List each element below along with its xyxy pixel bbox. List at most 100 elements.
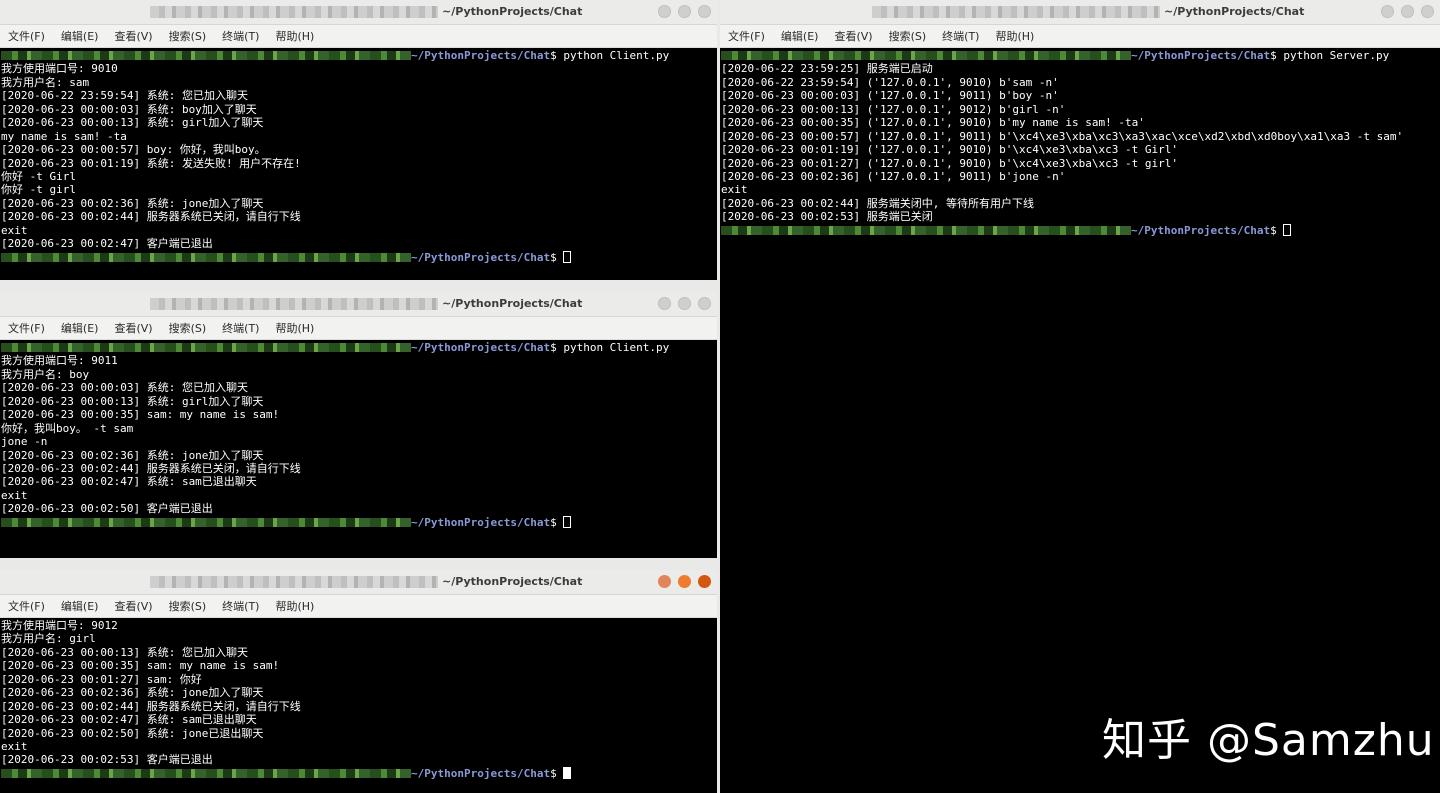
minimize-button[interactable]	[658, 297, 671, 310]
menu-help[interactable]: 帮助(H)	[275, 598, 314, 614]
output-line: [2020-06-23 00:02:53] 客户端已退出	[1, 753, 213, 767]
maximize-button[interactable]	[1401, 5, 1414, 18]
output-line: 我方使用端口号: 9010	[1, 62, 118, 76]
terminal-window-client-sam[interactable]: ~/PythonProjects/Chat 文件(F) 编辑(E) 查看(V) …	[0, 0, 717, 280]
menu-terminal[interactable]: 终端(T)	[222, 28, 259, 44]
redacted-host	[872, 6, 1160, 18]
title-bar[interactable]: ~/PythonProjects/Chat	[0, 0, 717, 25]
redacted-user-host	[721, 51, 1131, 60]
output-line: 你好 -t girl	[1, 183, 76, 197]
window-title: ~/PythonProjects/Chat	[442, 297, 583, 310]
menu-bar: 文件(F) 编辑(E) 查看(V) 搜索(S) 终端(T) 帮助(H)	[0, 595, 717, 618]
command-text: python Client.py	[563, 341, 670, 354]
output-line: [2020-06-23 00:02:47] 系统: sam已退出聊天	[1, 475, 257, 489]
close-button[interactable]	[698, 297, 711, 310]
output-line: [2020-06-23 00:00:35] sam: my name is sa…	[1, 659, 280, 673]
prompt-line: ~/PythonProjects/Chat$	[721, 223, 1439, 237]
redacted-user-host	[1, 768, 411, 778]
output-line: exit	[1, 488, 28, 502]
output-line: [2020-06-23 00:02:36] 系统: jone加入了聊天	[1, 686, 264, 700]
menu-terminal[interactable]: 终端(T)	[222, 320, 259, 336]
close-button[interactable]	[698, 575, 711, 588]
menu-bar: 文件(F) 编辑(E) 查看(V) 搜索(S) 终端(T) 帮助(H)	[0, 317, 717, 340]
output-line: [2020-06-23 00:02:50] 系统: jone已退出聊天	[1, 726, 264, 740]
prompt-line: ~/PythonProjects/Chat$	[1, 250, 716, 264]
terminal-window-client-boy[interactable]: ~/PythonProjects/Chat 文件(F) 编辑(E) 查看(V) …	[0, 292, 717, 558]
window-title: ~/PythonProjects/Chat	[442, 575, 583, 588]
minimize-button[interactable]	[658, 5, 671, 18]
menu-search[interactable]: 搜索(S)	[169, 598, 207, 614]
redacted-user-host	[1, 343, 411, 352]
output-line: [2020-06-23 00:01:19] 系统: 发送失败! 用户不存在!	[1, 156, 301, 170]
output-line: [2020-06-23 00:00:57] ('127.0.0.1', 9011…	[721, 129, 1404, 143]
output-line: my name is sam! -ta	[1, 129, 127, 143]
output-line: [2020-06-23 00:02:44] 服务端关闭中, 等待所有用户下线	[721, 196, 1034, 210]
menu-terminal[interactable]: 终端(T)	[222, 598, 259, 614]
output-line: [2020-06-23 00:02:44] 服务器系统已关闭，请自行下线	[1, 461, 301, 475]
prompt-line: ~/PythonProjects/Chat$	[1, 766, 716, 780]
menu-view[interactable]: 查看(V)	[834, 28, 872, 44]
title-bar[interactable]: ~/PythonProjects/Chat	[720, 0, 1440, 25]
window-title: ~/PythonProjects/Chat	[442, 5, 583, 18]
output-line: 我方用户名: boy	[1, 367, 90, 381]
title-bar[interactable]: ~/PythonProjects/Chat	[0, 570, 717, 595]
output-line: exit	[721, 183, 748, 197]
output-line: [2020-06-23 00:01:27] ('127.0.0.1', 9010…	[721, 156, 1178, 170]
output-line: [2020-06-23 00:00:35] ('127.0.0.1', 9010…	[721, 116, 1145, 130]
menu-file[interactable]: 文件(F)	[8, 320, 45, 336]
terminal-output[interactable]: 我方使用端口号: 9012 我方用户名: girl [2020-06-23 00…	[0, 618, 717, 793]
minimize-button[interactable]	[1381, 5, 1394, 18]
output-line: 我方使用端口号: 9011	[1, 354, 118, 368]
output-line: [2020-06-23 00:01:27] sam: 你好	[1, 672, 202, 686]
menu-search[interactable]: 搜索(S)	[169, 320, 207, 336]
menu-search[interactable]: 搜索(S)	[169, 28, 207, 44]
menu-help[interactable]: 帮助(H)	[995, 28, 1034, 44]
menu-file[interactable]: 文件(F)	[8, 28, 45, 44]
terminal-window-client-girl[interactable]: ~/PythonProjects/Chat 文件(F) 编辑(E) 查看(V) …	[0, 570, 717, 793]
output-line: [2020-06-22 23:59:54] 系统: 您已加入聊天	[1, 89, 248, 103]
terminal-output[interactable]: ~/PythonProjects/Chat$ python Server.py …	[720, 48, 1440, 793]
menu-help[interactable]: 帮助(H)	[275, 28, 314, 44]
menu-edit[interactable]: 编辑(E)	[781, 28, 819, 44]
output-line: [2020-06-23 00:00:03] ('127.0.0.1', 9011…	[721, 89, 1059, 103]
close-button[interactable]	[698, 5, 711, 18]
command-text: python Client.py	[563, 49, 670, 62]
menu-search[interactable]: 搜索(S)	[889, 28, 927, 44]
menu-bar: 文件(F) 编辑(E) 查看(V) 搜索(S) 终端(T) 帮助(H)	[720, 25, 1440, 48]
redacted-user-host	[1, 517, 411, 527]
maximize-button[interactable]	[678, 575, 691, 588]
output-line: 我方使用端口号: 9012	[1, 619, 118, 632]
redacted-host	[150, 298, 438, 310]
output-line: [2020-06-23 00:02:53] 服务端已关闭	[721, 210, 933, 224]
menu-edit[interactable]: 编辑(E)	[61, 28, 99, 44]
terminal-cursor	[563, 766, 572, 779]
title-bar[interactable]: ~/PythonProjects/Chat	[0, 292, 717, 317]
zhihu-watermark: 知乎 @Samzhu	[1102, 715, 1435, 766]
menu-help[interactable]: 帮助(H)	[275, 320, 314, 336]
terminal-output[interactable]: ~/PythonProjects/Chat$ python Client.py …	[0, 340, 717, 558]
menu-view[interactable]: 查看(V)	[114, 598, 152, 614]
menu-edit[interactable]: 编辑(E)	[61, 320, 99, 336]
output-line: 我方用户名: sam	[1, 75, 90, 89]
close-button[interactable]	[1421, 5, 1434, 18]
output-line: [2020-06-22 23:59:54] ('127.0.0.1', 9010…	[721, 75, 1059, 89]
menu-view[interactable]: 查看(V)	[114, 320, 152, 336]
terminal-window-server[interactable]: ~/PythonProjects/Chat 文件(F) 编辑(E) 查看(V) …	[720, 0, 1440, 793]
output-line: [2020-06-23 00:02:47] 系统: sam已退出聊天	[1, 713, 257, 727]
menu-view[interactable]: 查看(V)	[114, 28, 152, 44]
output-line: exit	[1, 739, 28, 753]
output-line: [2020-06-23 00:00:57] boy: 你好，我叫boy。	[1, 143, 266, 157]
redacted-user-host	[721, 225, 1131, 235]
menu-edit[interactable]: 编辑(E)	[61, 598, 99, 614]
menu-terminal[interactable]: 终端(T)	[942, 28, 979, 44]
minimize-button[interactable]	[658, 575, 671, 588]
output-line: 你好 -t Girl	[1, 169, 76, 183]
menu-file[interactable]: 文件(F)	[728, 28, 765, 44]
output-line: [2020-06-22 23:59:25] 服务端已启动	[721, 62, 933, 76]
output-line: [2020-06-23 00:02:44] 服务器系统已关闭，请自行下线	[1, 699, 301, 713]
maximize-button[interactable]	[678, 5, 691, 18]
terminal-output[interactable]: ~/PythonProjects/Chat$ python Client.py …	[0, 48, 717, 280]
terminal-cursor	[563, 515, 572, 528]
maximize-button[interactable]	[678, 297, 691, 310]
menu-file[interactable]: 文件(F)	[8, 598, 45, 614]
